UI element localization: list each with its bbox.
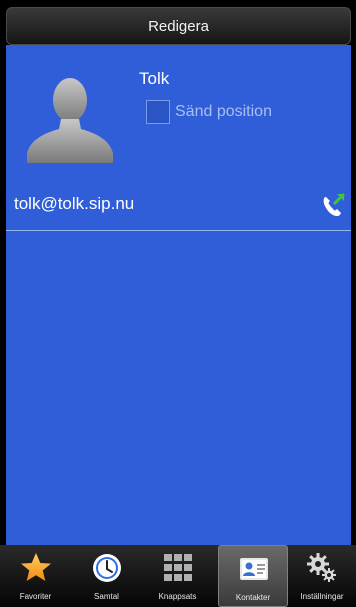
keypad-icon xyxy=(164,554,192,581)
star-icon xyxy=(21,553,51,581)
nav-label-keypad: Knappsats xyxy=(158,592,197,601)
contact-edit-panel: Tolk Sänd position tolk@tolk.sip.nu xyxy=(6,45,351,545)
gear-icon xyxy=(307,553,336,582)
contact-address: tolk@tolk.sip.nu xyxy=(14,194,135,213)
contact-card-icon xyxy=(240,558,268,580)
bottom-navigation: Favoriter Samtal Knappsats Kontakter Ins… xyxy=(0,545,356,607)
nav-item-favorites[interactable]: Favoriter xyxy=(0,545,71,607)
phone-call-icon[interactable] xyxy=(319,191,347,219)
contact-name: Tolk xyxy=(139,69,170,88)
header-bar: Redigera xyxy=(6,7,351,45)
page-title: Redigera xyxy=(148,18,209,35)
send-position-label[interactable]: Sänd position xyxy=(175,103,272,121)
nav-label-favorites: Favoriter xyxy=(19,592,52,601)
nav-label-calls: Samtal xyxy=(94,592,119,601)
nav-label-contacts: Kontakter xyxy=(235,593,271,602)
nav-item-calls[interactable]: Samtal xyxy=(71,545,142,607)
nav-label-settings: Inställningar xyxy=(300,592,344,601)
clock-icon xyxy=(93,554,121,582)
nav-item-keypad[interactable]: Knappsats xyxy=(142,545,213,607)
send-position-checkbox[interactable] xyxy=(146,100,170,124)
nav-item-settings[interactable]: Inställningar xyxy=(288,545,356,607)
nav-item-contacts[interactable]: Kontakter xyxy=(218,545,288,607)
contact-address-row[interactable]: tolk@tolk.sip.nu xyxy=(6,180,351,231)
person-silhouette-icon[interactable] xyxy=(25,67,115,163)
